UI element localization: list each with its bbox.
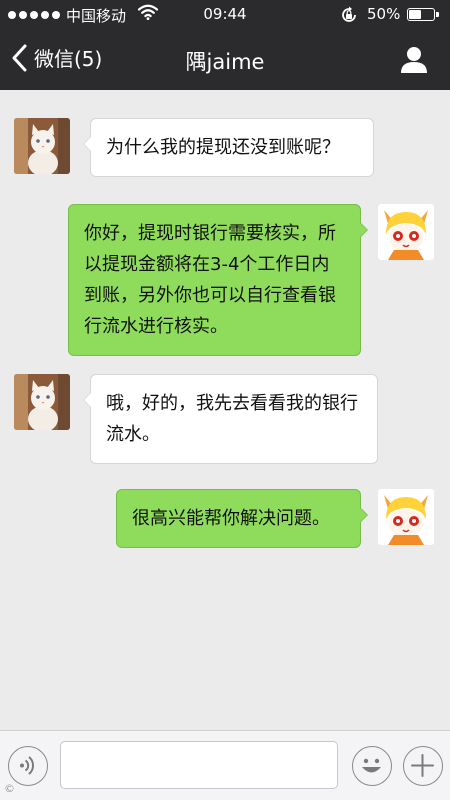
message-bubble-incoming[interactable]: 哦，好的，我先去看看我的银行流水。: [83, 374, 378, 464]
rotation-lock-icon: [342, 6, 356, 22]
nav-bar: 微信(5) 隅jaime: [0, 30, 450, 90]
message-bubble-outgoing[interactable]: 很高兴能帮你解决问题。: [116, 489, 368, 548]
message-text: 为什么我的提现还没到账呢？: [106, 137, 340, 158]
more-button[interactable]: [403, 746, 443, 786]
message-list[interactable]: 为什么我的提现还没到账呢？ 你好，提现时银行需要核实，所以提现金额将在3-4个工…: [0, 90, 450, 730]
message-input[interactable]: [60, 741, 338, 789]
emoji-icon: [362, 758, 381, 773]
chat-screen: 中国移动 09:44 50% 微信(5) 隅jaime 为什么我的提现还没到账呢…: [0, 0, 450, 800]
message-bubble-outgoing[interactable]: 你好，提现时银行需要核实，所以提现金额将在3-4个工作日内到账，另外你也可以自行…: [68, 204, 368, 356]
watermark: ©: [4, 782, 15, 795]
top-bar: 中国移动 09:44 50% 微信(5) 隅jaime: [0, 0, 450, 90]
message-text: 很高兴能帮你解决问题。: [132, 508, 330, 529]
status-bar: 中国移动 09:44 50%: [0, 0, 450, 30]
cat-avatar[interactable]: [14, 374, 70, 430]
voice-button[interactable]: [8, 746, 48, 786]
plus-icon: [411, 754, 434, 777]
input-bar: [0, 730, 450, 800]
battery-icon: [407, 8, 439, 21]
emoji-button[interactable]: [352, 746, 392, 786]
message-text: 你好，提现时银行需要核实，所以提现金额将在3-4个工作日内到账，另外你也可以自行…: [84, 223, 336, 337]
chat-title: 隅jaime: [185, 50, 265, 74]
voice-icon: [20, 756, 35, 775]
person-icon[interactable]: [398, 44, 430, 76]
cat-avatar[interactable]: [14, 118, 70, 174]
message-bubble-incoming[interactable]: 为什么我的提现还没到账呢？: [83, 118, 374, 177]
battery-percent: 50%: [367, 5, 401, 23]
message-text: 哦，好的，我先去看看我的银行流水。: [106, 393, 358, 445]
cartoon-girl-avatar[interactable]: [378, 489, 434, 545]
cartoon-girl-avatar[interactable]: [378, 204, 434, 260]
